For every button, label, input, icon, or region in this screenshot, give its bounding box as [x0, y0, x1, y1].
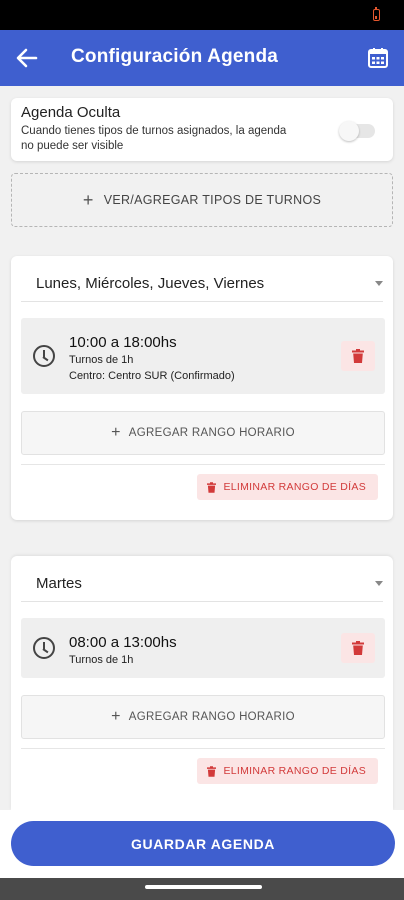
add-time-range-button[interactable]: + AGREGAR RANGO HORARIO [21, 411, 385, 455]
home-indicator[interactable] [145, 885, 262, 889]
trash-icon [207, 765, 217, 777]
add-turn-types-button[interactable]: + VER/AGREGAR TIPOS DE TURNOS [11, 173, 393, 227]
status-bar [0, 0, 404, 30]
plus-icon: + [82, 189, 94, 210]
add-time-range-button[interactable]: + AGREGAR RANGO HORARIO [21, 695, 385, 739]
bottom-action-area: GUARDAR AGENDA [0, 810, 404, 878]
trash-icon [352, 349, 364, 363]
trash-icon [352, 641, 364, 655]
trash-icon [207, 481, 217, 493]
clock-icon [33, 637, 55, 659]
hidden-agenda-toggle[interactable] [339, 121, 375, 141]
chevron-down-icon [375, 281, 383, 286]
delete-day-range-label: ELIMINAR RANGO DE DÍAS [223, 765, 366, 777]
time-range-item: 08:00 a 13:00hs Turnos de 1h [21, 618, 385, 678]
toggle-knob [339, 121, 359, 141]
delete-day-range-button[interactable]: ELIMINAR RANGO DE DÍAS [197, 474, 378, 500]
delete-range-button[interactable] [341, 341, 375, 371]
page-title: Configuración Agenda [71, 46, 279, 67]
delete-range-button[interactable] [341, 633, 375, 663]
app-bar: Configuración Agenda [0, 30, 404, 86]
day-group-card: Lunes, Miércoles, Jueves, Viernes 10:00 … [11, 256, 393, 520]
system-navigation-bar [0, 878, 404, 900]
add-time-range-label: AGREGAR RANGO HORARIO [128, 711, 295, 723]
add-time-range-label: AGREGAR RANGO HORARIO [128, 427, 295, 439]
days-select[interactable]: Lunes, Miércoles, Jueves, Viernes [21, 270, 383, 302]
delete-day-range-button[interactable]: ELIMINAR RANGO DE DÍAS [197, 758, 378, 784]
days-select-value: Martes [36, 575, 82, 592]
arrow-left-icon [16, 48, 38, 68]
divider [21, 748, 385, 749]
turn-duration-text: Turnos de 1h [69, 654, 134, 666]
time-range-text: 08:00 a 13:00hs [69, 634, 177, 651]
back-button[interactable] [14, 46, 40, 70]
chevron-down-icon [375, 581, 383, 586]
day-group-card: Martes 08:00 a 13:00hs Turnos de 1h + AG… [11, 556, 393, 810]
divider [21, 464, 385, 465]
clock-icon [33, 345, 55, 367]
battery-icon [373, 7, 380, 21]
calendar-button[interactable] [366, 46, 390, 70]
plus-icon: + [111, 708, 121, 725]
add-turn-types-label: VER/AGREGAR TIPOS DE TURNOS [103, 193, 322, 207]
content-scroll[interactable]: Agenda Oculta Cuando tienes tipos de tur… [0, 86, 404, 810]
delete-day-range-label: ELIMINAR RANGO DE DÍAS [223, 481, 366, 493]
hidden-agenda-title: Agenda Oculta [21, 104, 121, 121]
save-agenda-button[interactable]: GUARDAR AGENDA [11, 821, 395, 866]
time-range-item: 10:00 a 18:00hs Turnos de 1h Centro: Cen… [21, 318, 385, 394]
time-range-text: 10:00 a 18:00hs [69, 334, 177, 351]
days-select[interactable]: Martes [21, 570, 383, 602]
turn-duration-text: Turnos de 1h [69, 354, 134, 366]
days-select-value: Lunes, Miércoles, Jueves, Viernes [36, 275, 265, 292]
center-text: Centro: Centro SUR (Confirmado) [69, 370, 235, 382]
hidden-agenda-description: Cuando tienes tipos de turnos asignados,… [21, 125, 287, 152]
hidden-agenda-card: Agenda Oculta Cuando tienes tipos de tur… [11, 98, 393, 161]
plus-icon: + [111, 424, 121, 441]
calendar-icon [368, 48, 388, 68]
